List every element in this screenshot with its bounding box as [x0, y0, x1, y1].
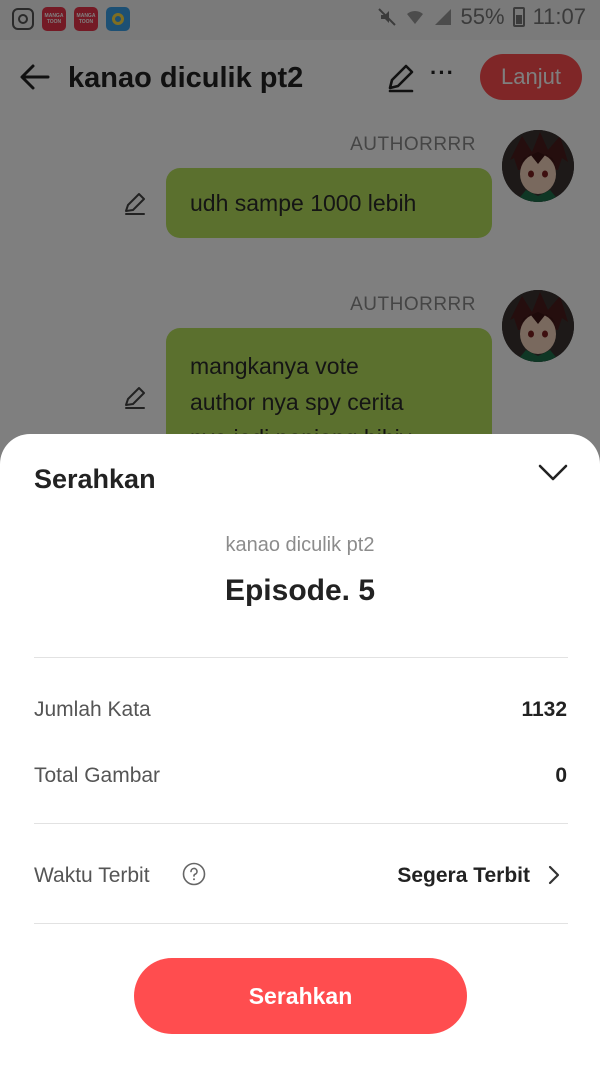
- chevron-right-icon[interactable]: [546, 864, 562, 886]
- publish-time-value[interactable]: Segera Terbit: [397, 864, 530, 888]
- help-circle-icon[interactable]: [182, 862, 206, 886]
- image-count-value: 0: [555, 764, 567, 787]
- divider: [34, 823, 568, 824]
- episode-title: Episode. 5: [224, 574, 376, 607]
- word-count-label: Jumlah Kata: [34, 698, 151, 721]
- story-name: kanao diculik pt2: [225, 534, 375, 556]
- publish-time-label: Waktu Terbit: [34, 864, 150, 887]
- submit-sheet: Serahkan kanao diculik pt2 Episode. 5 Ju…: [0, 434, 600, 1068]
- sheet-title: Serahkan: [34, 464, 156, 494]
- word-count-value: 1132: [521, 698, 567, 721]
- divider: [34, 923, 568, 924]
- chevron-down-icon[interactable]: [536, 460, 570, 486]
- submit-button[interactable]: Serahkan: [134, 958, 467, 1034]
- divider: [34, 657, 568, 658]
- image-count-label: Total Gambar: [34, 764, 161, 787]
